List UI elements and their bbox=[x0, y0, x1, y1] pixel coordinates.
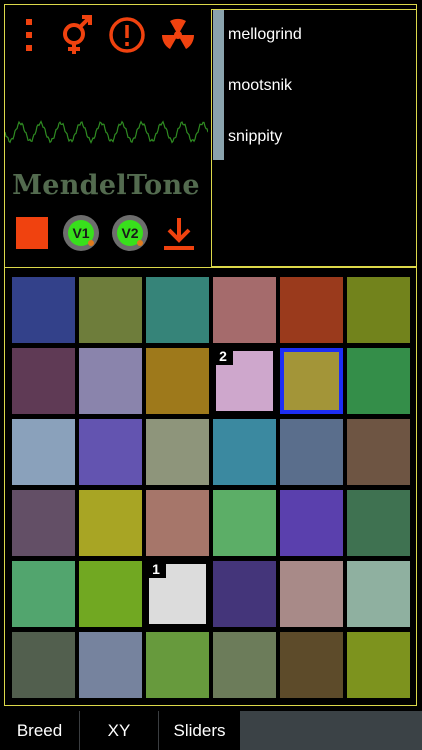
tab-xy[interactable]: XY bbox=[80, 711, 158, 750]
color-tile[interactable] bbox=[12, 490, 75, 556]
color-grid: 21 bbox=[12, 277, 410, 698]
color-tile[interactable] bbox=[280, 419, 343, 485]
color-tile[interactable] bbox=[12, 561, 75, 627]
color-tile[interactable] bbox=[12, 419, 75, 485]
color-tile[interactable] bbox=[146, 348, 209, 414]
color-tile[interactable] bbox=[12, 277, 75, 343]
color-tile[interactable] bbox=[347, 632, 410, 698]
alert-icon[interactable] bbox=[108, 16, 146, 54]
gender-icon[interactable] bbox=[57, 14, 99, 56]
color-tile[interactable] bbox=[347, 419, 410, 485]
section-divider bbox=[4, 267, 417, 268]
list-item[interactable]: mootsnik bbox=[228, 77, 292, 95]
color-tile[interactable] bbox=[280, 561, 343, 627]
list-item[interactable]: snippity bbox=[228, 128, 282, 146]
color-tile[interactable] bbox=[347, 348, 410, 414]
voice2-knob[interactable]: V2 bbox=[111, 214, 149, 252]
color-tile[interactable] bbox=[79, 490, 142, 556]
color-tile[interactable] bbox=[12, 632, 75, 698]
tab-sliders[interactable]: Sliders bbox=[159, 711, 240, 750]
color-tile[interactable] bbox=[213, 277, 276, 343]
radiation-icon[interactable] bbox=[159, 16, 197, 54]
preset-list[interactable]: mellogrind mootsnik snippity bbox=[211, 9, 417, 267]
color-tile[interactable]: 1 bbox=[146, 561, 209, 627]
color-tile[interactable] bbox=[280, 348, 343, 414]
color-tile[interactable] bbox=[280, 490, 343, 556]
color-tile[interactable] bbox=[280, 632, 343, 698]
color-tile[interactable] bbox=[347, 277, 410, 343]
color-tile[interactable] bbox=[213, 419, 276, 485]
color-tile[interactable] bbox=[146, 419, 209, 485]
app-title: MendelTone bbox=[12, 170, 200, 201]
color-tile[interactable] bbox=[79, 277, 142, 343]
color-tile[interactable] bbox=[213, 632, 276, 698]
color-tile[interactable] bbox=[280, 277, 343, 343]
stop-square-icon[interactable] bbox=[16, 217, 48, 249]
knob2-label: V2 bbox=[121, 225, 138, 241]
waveform-display bbox=[5, 120, 208, 145]
list-item[interactable]: mellogrind bbox=[228, 26, 302, 44]
voice1-knob[interactable]: V1 bbox=[62, 214, 100, 252]
color-tile[interactable] bbox=[146, 490, 209, 556]
color-tile[interactable] bbox=[79, 419, 142, 485]
menu-dots-icon[interactable] bbox=[10, 16, 48, 54]
color-tile[interactable]: 2 bbox=[213, 348, 276, 414]
color-tile[interactable] bbox=[146, 632, 209, 698]
knob1-label: V1 bbox=[72, 225, 89, 241]
color-tile[interactable] bbox=[79, 632, 142, 698]
color-tile[interactable] bbox=[146, 277, 209, 343]
list-scrollbar[interactable] bbox=[213, 10, 224, 160]
tab-breed[interactable]: Breed bbox=[0, 711, 79, 750]
tab-bar-filler bbox=[240, 711, 422, 750]
color-tile[interactable] bbox=[347, 490, 410, 556]
download-arrow-icon[interactable] bbox=[160, 214, 198, 252]
color-tile[interactable] bbox=[213, 561, 276, 627]
color-tile[interactable] bbox=[213, 490, 276, 556]
tab-bar: Breed XY Sliders bbox=[0, 711, 422, 750]
color-tile[interactable] bbox=[12, 348, 75, 414]
color-tile[interactable] bbox=[79, 561, 142, 627]
tile-rank-badge: 1 bbox=[146, 561, 166, 578]
color-tile[interactable] bbox=[79, 348, 142, 414]
tile-rank-badge: 2 bbox=[213, 348, 233, 365]
color-tile[interactable] bbox=[347, 561, 410, 627]
